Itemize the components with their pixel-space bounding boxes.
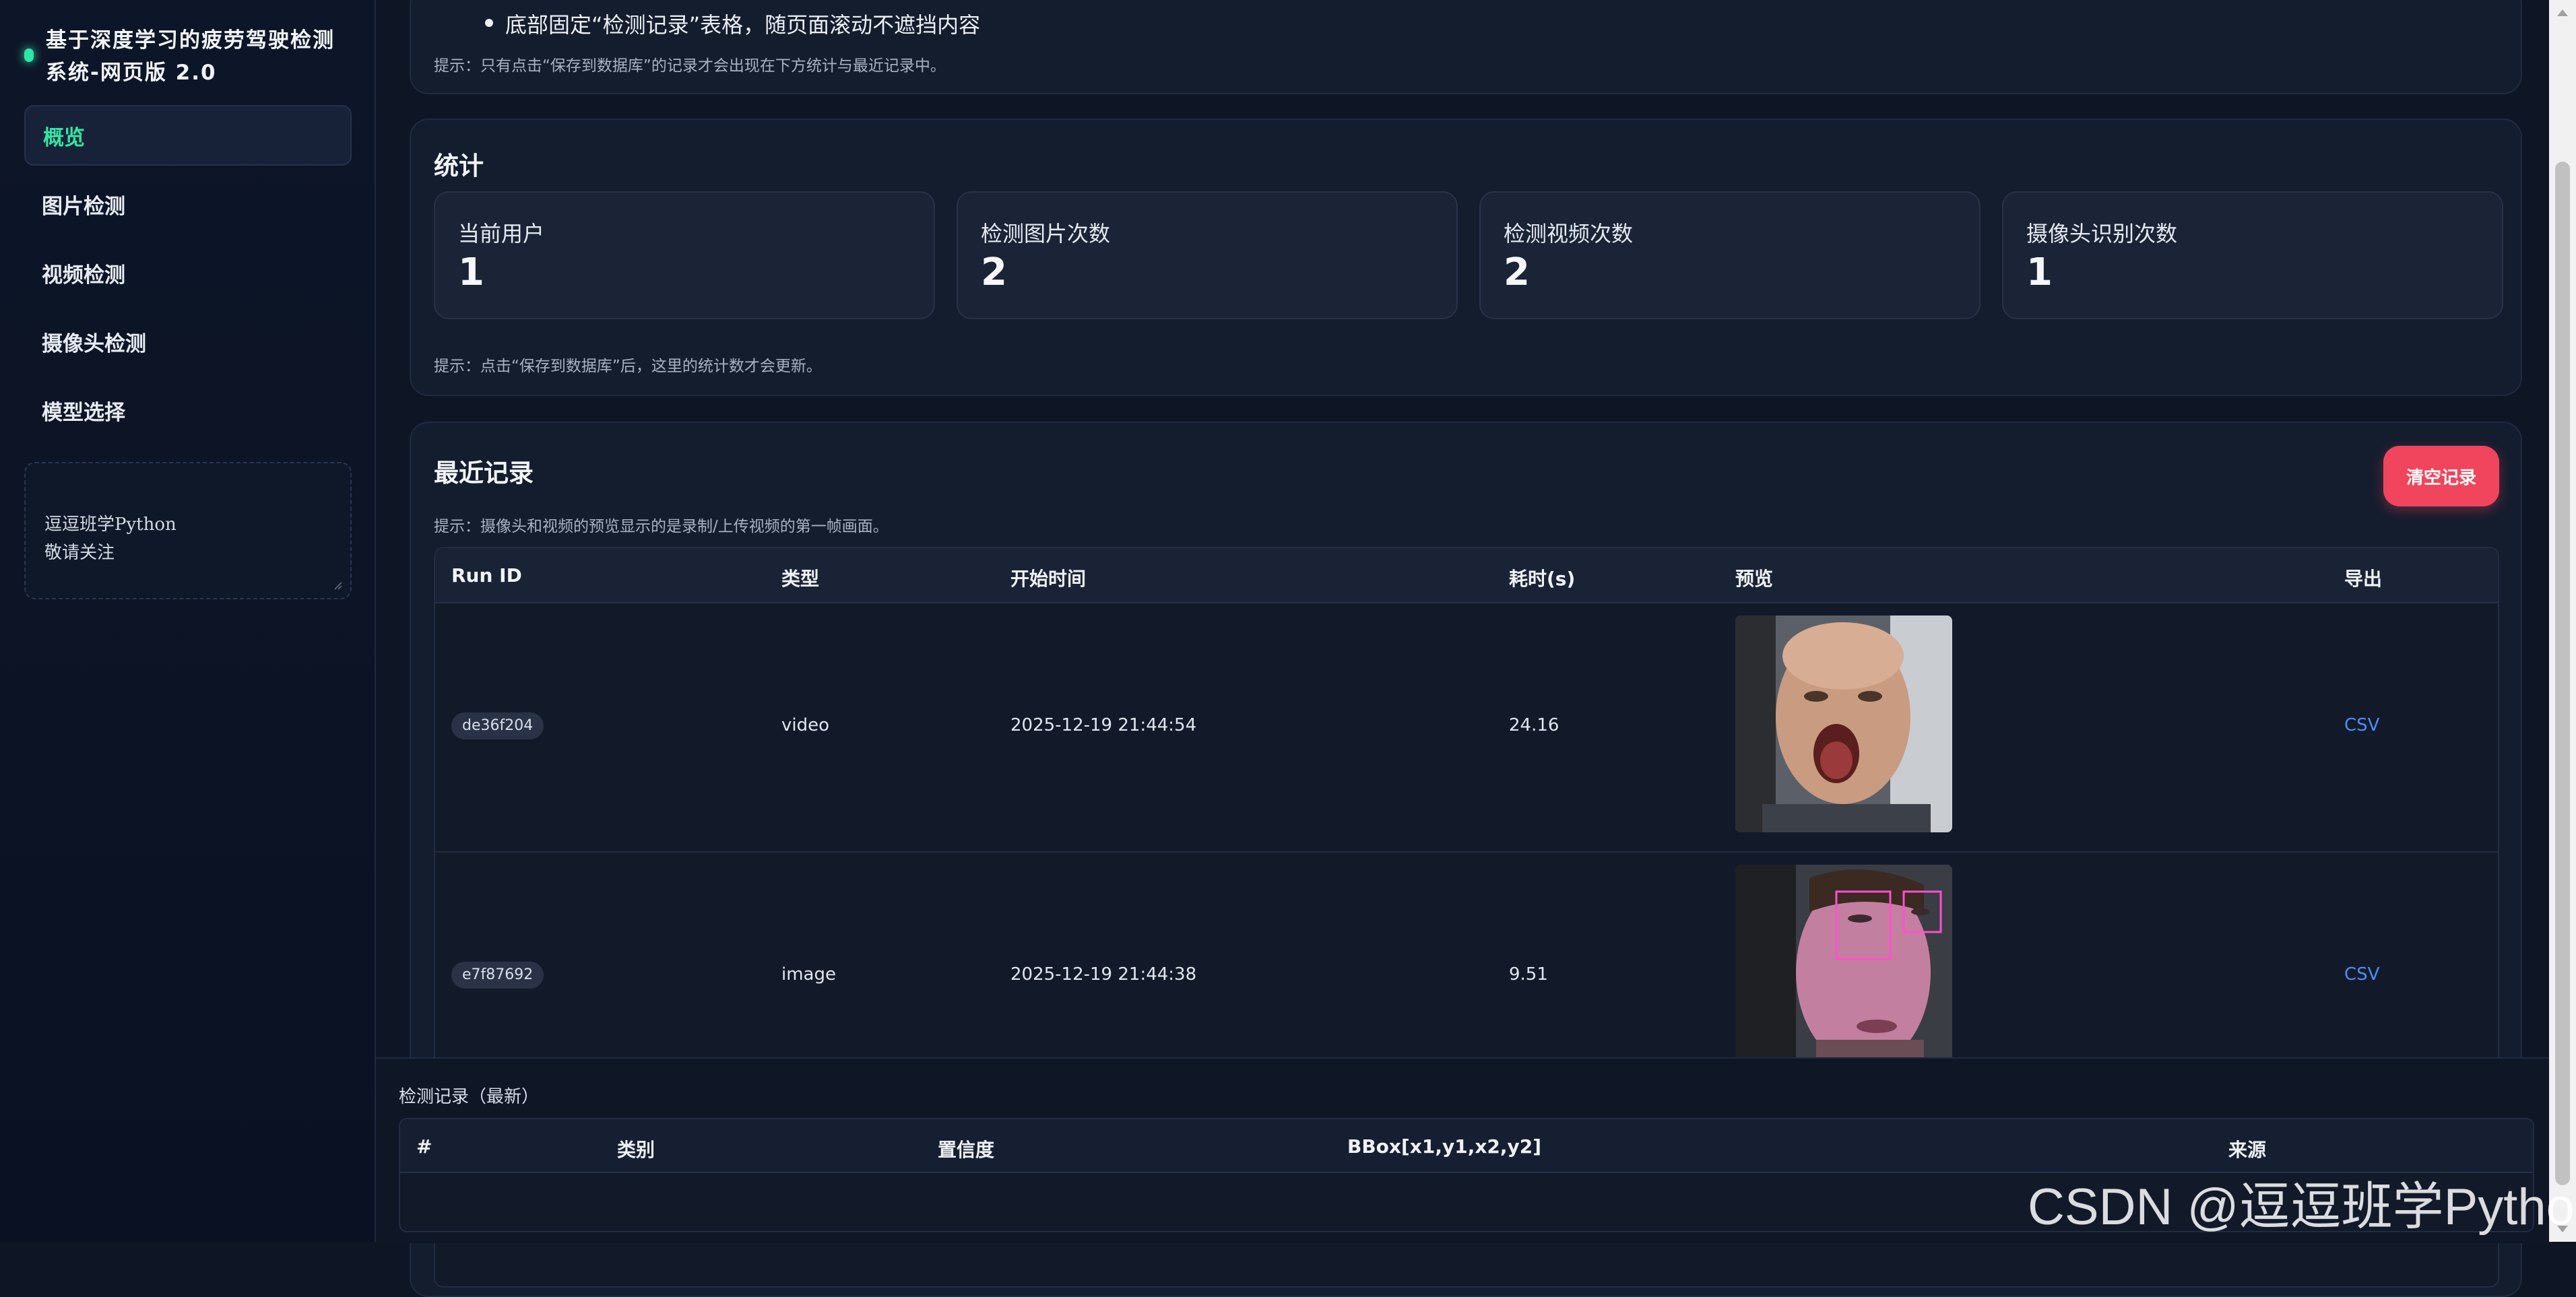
export-csv-link[interactable]: CSV	[2344, 715, 2379, 735]
recent-hint: 提示：摄像头和视频的预览显示的是录制/上传视频的第一帧画面。	[434, 518, 889, 535]
stat-value: 1	[2026, 251, 2053, 294]
preview-thumbnail	[1735, 616, 1952, 832]
stat-value: 2	[981, 251, 1007, 294]
face-preview-image	[1735, 865, 1952, 1082]
stat-label: 摄像头识别次数	[2026, 221, 2178, 246]
note-textarea[interactable]: 逗逗班学Python 敬请关注	[24, 462, 352, 599]
sidebar-item-camera-detection[interactable]: 摄像头检测	[24, 311, 352, 372]
sidebar: 基于深度学习的疲劳驾驶检测系统-网页版 2.0 概览 图片检测 视频检测 摄像头…	[0, 0, 376, 1242]
row-type: image	[781, 964, 836, 985]
stats-card: 统计 当前用户 1 检测图片次数 2 检测视频次数 2 摄像头识别次数 1 提示…	[410, 119, 2522, 396]
col-start-time: 开始时间	[1010, 568, 1087, 590]
intro-hint: 提示：只有点击“保存到数据库”的记录才会出现在下方统计与最近记录中。	[434, 57, 946, 75]
sidebar-item-overview[interactable]: 概览	[24, 105, 352, 166]
stat-label: 当前用户	[458, 221, 545, 246]
stat-label: 检测视频次数	[1504, 221, 1634, 246]
recent-title: 最近记录	[434, 459, 534, 488]
sidebar-item-model-selection[interactable]: 模型选择	[24, 380, 352, 440]
stat-label: 检测图片次数	[981, 221, 1111, 246]
row-duration: 24.16	[1509, 715, 1559, 735]
col-duration: 耗时(s)	[1509, 568, 1576, 590]
col-type: 类型	[781, 568, 820, 590]
col-bbox: BBox[x1,y1,x2,y2]	[1347, 1135, 1542, 1158]
preview-thumbnail	[1735, 865, 1952, 1082]
detection-records-title: 检测记录（最新）	[399, 1087, 540, 1107]
col-preview: 预览	[1735, 568, 1774, 590]
clear-records-button[interactable]: 清空记录	[2383, 446, 2499, 506]
export-csv-link[interactable]: CSV	[2344, 964, 2379, 985]
stats-title: 统计	[434, 152, 484, 180]
col-source: 来源	[2228, 1139, 2267, 1161]
col-confidence: 置信度	[938, 1139, 995, 1161]
run-id-badge: de36f204	[451, 712, 544, 739]
status-dot-icon	[24, 48, 34, 62]
face-preview-image	[1735, 616, 1952, 832]
col-class: 类别	[617, 1139, 655, 1161]
row-type: video	[781, 715, 830, 735]
row-duration: 9.51	[1509, 964, 1548, 985]
app-title: 基于深度学习的疲劳驾驶检测系统-网页版 2.0	[46, 28, 335, 85]
watermark: CSDN @逗逗班学Python	[2028, 1178, 2576, 1236]
stat-current-user: 当前用户 1	[434, 191, 935, 319]
sidebar-item-image-detection[interactable]: 图片检测	[24, 174, 352, 234]
col-run-id: Run ID	[451, 564, 522, 587]
sidebar-nav: 概览 图片检测 视频检测 摄像头检测 模型选择	[24, 105, 352, 448]
row-start-time: 2025-12-19 21:44:38	[1010, 964, 1197, 985]
note-text: 逗逗班学Python 敬请关注	[44, 514, 176, 563]
scroll-up-icon[interactable]	[2557, 9, 2568, 16]
stat-camera-count: 摄像头识别次数 1	[2002, 191, 2503, 319]
stat-value: 2	[1504, 251, 1530, 294]
resize-grip-icon[interactable]	[331, 579, 342, 590]
sidebar-item-video-detection[interactable]: 视频检测	[24, 242, 352, 303]
run-id-badge: e7f87692	[451, 962, 544, 989]
stat-image-count: 检测图片次数 2	[957, 191, 1458, 319]
intro-card: 底部固定“检测记录”表格，随页面滚动不遮挡内容 提示：只有点击“保存到数据库”的…	[410, 0, 2522, 94]
table-header: Run ID 类型 开始时间 耗时(s) 预览 导出	[435, 548, 2498, 603]
col-index: #	[416, 1135, 432, 1158]
table-row: de36f204 video 2025-12-19 21:44:54 24.16	[435, 602, 2498, 853]
main-content: 底部固定“检测记录”表格，随页面滚动不遮挡内容 提示：只有点击“保存到数据库”的…	[376, 0, 2549, 1297]
col-export: 导出	[2344, 568, 2383, 590]
stats-hint: 提示：点击“保存到数据库”后，这里的统计数才会更新。	[434, 358, 822, 375]
intro-bullet: 底部固定“检测记录”表格，随页面滚动不遮挡内容	[484, 8, 980, 39]
scrollbar-thumb[interactable]	[2555, 162, 2570, 1185]
row-start-time: 2025-12-19 21:44:54	[1010, 715, 1197, 735]
page-scrollbar[interactable]	[2549, 0, 2576, 1242]
stat-value: 1	[458, 251, 484, 294]
stat-video-count: 检测视频次数 2	[1479, 191, 1981, 319]
